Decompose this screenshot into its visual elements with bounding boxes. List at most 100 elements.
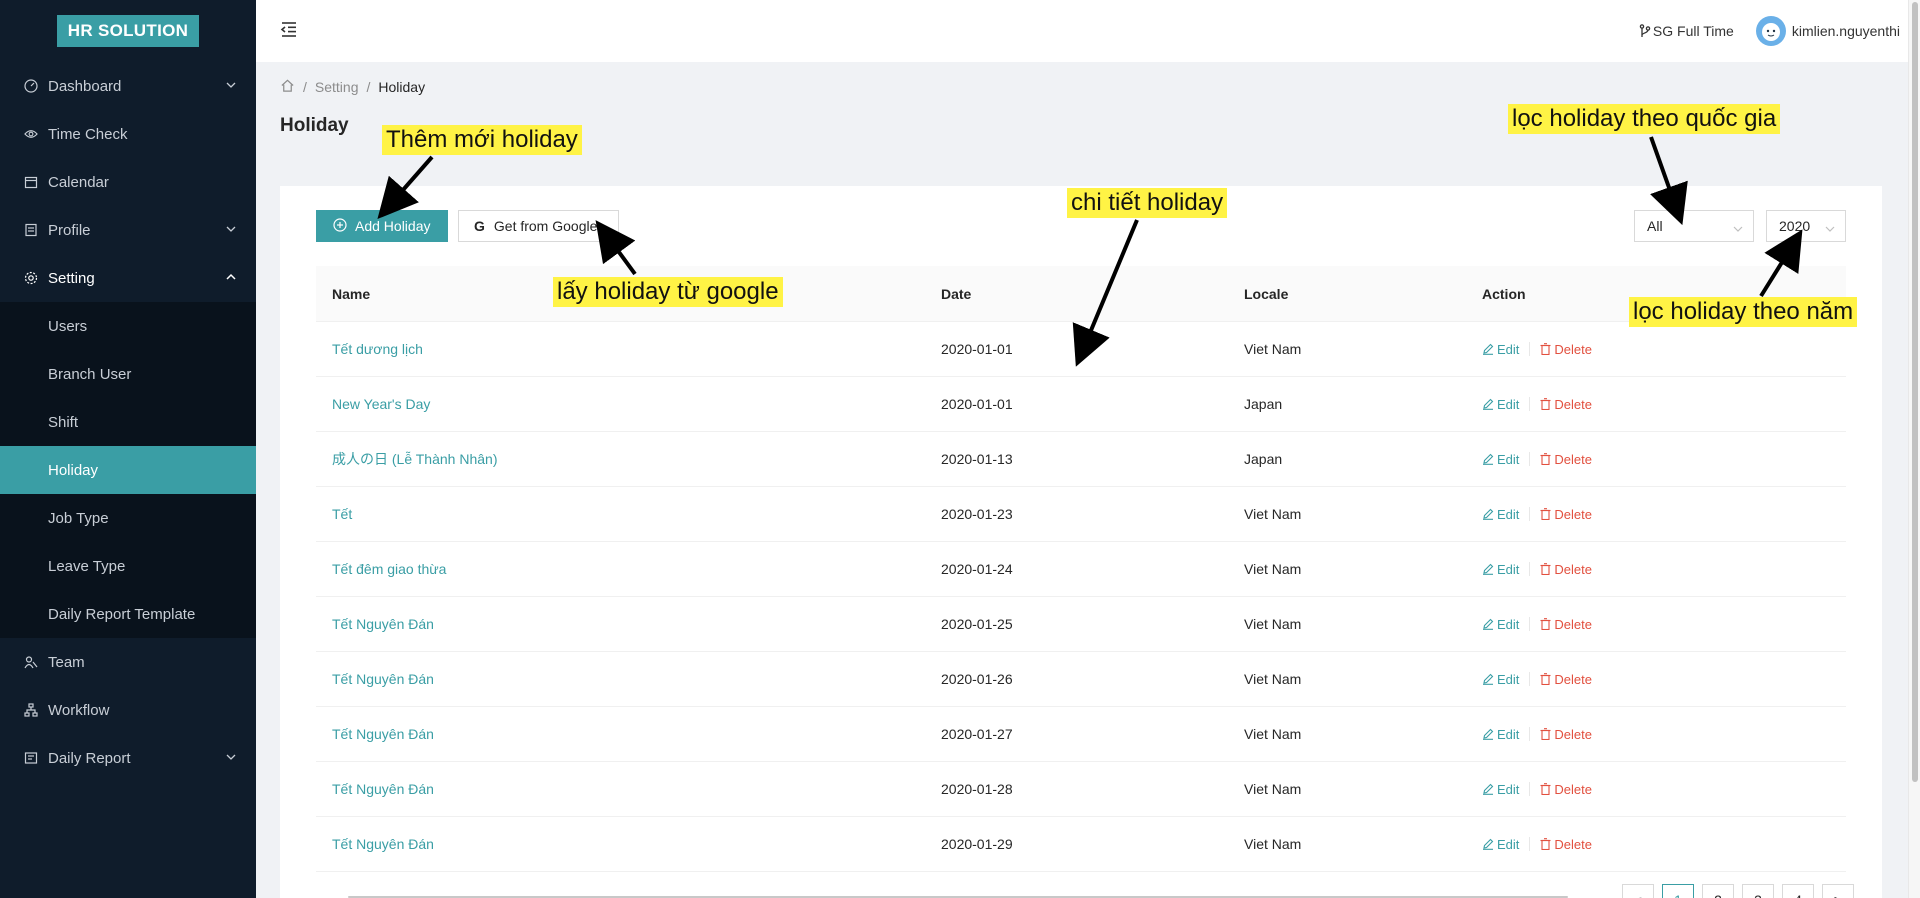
pagination-page-4[interactable]: 4 — [1782, 884, 1814, 898]
menu-fold-icon[interactable] — [280, 20, 298, 38]
sidebar-item-users[interactable]: Users — [0, 302, 256, 350]
holiday-name-link[interactable]: Tết Nguyên Đán — [332, 781, 434, 797]
edit-button[interactable]: Edit — [1482, 837, 1519, 852]
holiday-name-link[interactable]: 成人の日 (Lễ Thành Nhân) — [332, 451, 497, 467]
sidebar-item-workflow[interactable]: Workflow — [0, 686, 256, 734]
plus-circle-icon — [333, 217, 347, 235]
column-header-locale: Locale — [1244, 285, 1289, 302]
delete-button[interactable]: Delete — [1540, 837, 1592, 852]
delete-label: Delete — [1554, 616, 1592, 632]
pagination-next[interactable]: > — [1822, 884, 1854, 898]
home-icon[interactable] — [280, 78, 295, 96]
sidebar-item-setting[interactable]: Setting — [0, 254, 256, 302]
holiday-name-link[interactable]: Tết Nguyên Đán — [332, 836, 434, 852]
delete-button[interactable]: Delete — [1540, 617, 1592, 632]
get-from-google-button[interactable]: G Get from Google — [458, 210, 619, 242]
edit-button[interactable]: Edit — [1482, 562, 1519, 577]
add-holiday-button[interactable]: Add Holiday — [316, 210, 448, 242]
edit-button[interactable]: Edit — [1482, 452, 1519, 467]
edit-button[interactable]: Edit — [1482, 727, 1519, 742]
edit-icon — [1483, 838, 1494, 850]
delete-button[interactable]: Delete — [1540, 397, 1592, 412]
eye-icon — [24, 127, 38, 141]
country-filter-select[interactable]: All — [1634, 210, 1754, 242]
cell-date: 2020-01-27 — [941, 726, 1013, 742]
delete-button[interactable]: Delete — [1540, 672, 1592, 687]
delete-button[interactable]: Delete — [1540, 782, 1592, 797]
cell-action: Edit Delete — [1466, 727, 1846, 742]
holiday-name-link[interactable]: Tết Nguyên Đán — [332, 671, 434, 687]
cell-action: Edit Delete — [1466, 562, 1846, 577]
chevron-up-icon — [226, 272, 236, 285]
branch-switcher[interactable]: SG Full Time — [1639, 23, 1734, 39]
cell-locale: Viet Nam — [1244, 781, 1302, 797]
cell-date: 2020-01-28 — [941, 781, 1013, 797]
sidebar-item-dashboard[interactable]: Dashboard — [0, 62, 256, 110]
action-divider — [1529, 617, 1531, 631]
holiday-card: Add Holiday G Get from Google All 2020 N… — [280, 186, 1882, 898]
sidebar-item-shift[interactable]: Shift — [0, 398, 256, 446]
pagination-page-3[interactable]: 3 — [1742, 884, 1774, 898]
vertical-scrollbar[interactable] — [1908, 0, 1920, 898]
avatar[interactable] — [1755, 16, 1786, 46]
delete-label: Delete — [1554, 506, 1592, 522]
holiday-name-link[interactable]: Tết — [332, 506, 352, 522]
pagination-page-1[interactable]: 1 — [1662, 884, 1694, 898]
sidebar-item-leave-type[interactable]: Leave Type — [0, 542, 256, 590]
table-row: Tết Nguyên Đán 2020-01-27 Viet Nam Edit Dele… — [316, 707, 1846, 762]
trash-icon — [1540, 508, 1551, 520]
action-divider — [1529, 782, 1531, 796]
holiday-name-link[interactable]: New Year's Day — [332, 396, 430, 412]
cell-name: 成人の日 (Lễ Thành Nhân) — [316, 449, 925, 469]
holiday-name-link[interactable]: Tết Nguyên Đán — [332, 616, 434, 632]
cell-action: Edit Delete — [1466, 397, 1846, 412]
column-header-date: Date — [941, 285, 972, 302]
sidebar-item-profile[interactable]: Profile — [0, 206, 256, 254]
delete-label: Delete — [1554, 836, 1592, 852]
cell-date: 2020-01-29 — [941, 836, 1013, 852]
edit-button[interactable]: Edit — [1482, 672, 1519, 687]
trash-icon — [1540, 728, 1551, 740]
holiday-name-link[interactable]: Tết Nguyên Đán — [332, 726, 434, 742]
scrollbar-thumb[interactable] — [1912, 2, 1918, 782]
delete-label: Delete — [1554, 781, 1592, 797]
pagination-prev[interactable]: < — [1622, 884, 1654, 898]
sidebar-item-team[interactable]: Team — [0, 638, 256, 686]
sidebar-item-job-type[interactable]: Job Type — [0, 494, 256, 542]
chevron-down-icon — [1733, 221, 1743, 237]
country-filter-value: All — [1647, 218, 1663, 234]
sidebar-item-time-check[interactable]: Time Check — [0, 110, 256, 158]
cell-date: 2020-01-24 — [941, 561, 1013, 577]
cell-locale: Japan — [1244, 451, 1283, 467]
sidebar-item-daily-report[interactable]: Daily Report — [0, 734, 256, 782]
pagination-page-2[interactable]: 2 — [1702, 884, 1734, 898]
delete-button[interactable]: Delete — [1540, 342, 1592, 357]
delete-label: Delete — [1554, 561, 1592, 577]
cell-date: 2020-01-01 — [941, 341, 1013, 357]
holiday-name-link[interactable]: Tết đêm giao thừa — [332, 561, 446, 577]
sidebar-item-label: Workflow — [48, 701, 110, 719]
sidebar-item-holiday[interactable]: Holiday — [0, 446, 256, 494]
username[interactable]: kimlien.nguyenthi — [1792, 23, 1900, 39]
holiday-name-link[interactable]: Tết dương lịch — [332, 341, 423, 357]
delete-button[interactable]: Delete — [1540, 452, 1592, 467]
edit-button[interactable]: Edit — [1482, 507, 1519, 522]
trash-icon — [1540, 453, 1551, 465]
app-logo[interactable]: HR SOLUTION — [56, 15, 200, 47]
action-divider — [1529, 397, 1531, 411]
delete-button[interactable]: Delete — [1540, 562, 1592, 577]
sidebar-item-calendar[interactable]: Calendar — [0, 158, 256, 206]
edit-button[interactable]: Edit — [1482, 342, 1519, 357]
sidebar-item-daily-report-template[interactable]: Daily Report Template — [0, 590, 256, 638]
edit-button[interactable]: Edit — [1482, 397, 1519, 412]
sidebar-item-branch-user[interactable]: Branch User — [0, 350, 256, 398]
annotation-add-holiday: Thêm mới holiday — [382, 125, 582, 155]
delete-button[interactable]: Delete — [1540, 727, 1592, 742]
cell-action: Edit Delete — [1466, 507, 1846, 522]
sidebar-item-label: Profile — [48, 221, 91, 239]
edit-button[interactable]: Edit — [1482, 782, 1519, 797]
breadcrumb-setting[interactable]: Setting — [315, 79, 359, 95]
edit-button[interactable]: Edit — [1482, 617, 1519, 632]
delete-button[interactable]: Delete — [1540, 507, 1592, 522]
year-filter-select[interactable]: 2020 — [1766, 210, 1846, 242]
